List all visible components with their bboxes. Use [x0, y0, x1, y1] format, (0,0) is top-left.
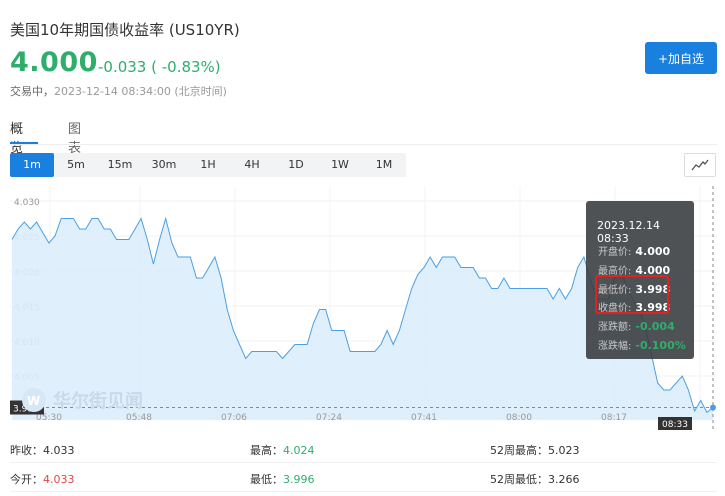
tab-overview[interactable]: 概览	[10, 118, 23, 156]
tab-chart[interactable]: 图表	[68, 118, 81, 156]
period-1mo[interactable]: 1M	[362, 153, 406, 177]
tooltip-time: 2023.12.14 08:33	[597, 219, 660, 245]
highlight-box	[595, 275, 669, 314]
stat-open: 今开：4.033	[10, 473, 75, 486]
stat-high: 最高：4.024	[250, 444, 315, 457]
stats-divider	[10, 462, 717, 463]
line-chart-icon	[691, 159, 709, 171]
chart-type-button[interactable]	[684, 153, 716, 177]
x-tick-label: 05:48	[126, 413, 152, 423]
time-label: 08:33	[662, 420, 688, 430]
status-time: 2023-12-14 08:34:00 (北京时间)	[54, 85, 227, 98]
period-30m[interactable]: 30m	[142, 153, 186, 177]
tooltip-row-open: 开盘价: 4.000	[598, 245, 671, 258]
period-1w[interactable]: 1W	[318, 153, 362, 177]
tooltip-row-change: 涨跌额: -0.004	[598, 320, 675, 333]
period-1h[interactable]: 1H	[186, 153, 230, 177]
stats-panel: 昨收：4.033 最高：4.024 52周最高：5.023 今开：4.033 最…	[0, 432, 725, 496]
x-tick-label: 07:24	[316, 413, 342, 423]
period-4h[interactable]: 4H	[230, 153, 274, 177]
tooltip-row-change-pct: 涨跌幅: -0.100%	[598, 339, 686, 352]
x-tick-label: 07:06	[221, 413, 247, 423]
last-point-marker	[710, 404, 716, 411]
stat-52w-low: 52周最低：3.266	[490, 473, 580, 486]
x-tick-label: 07:41	[411, 413, 437, 423]
status-label: 交易中	[10, 85, 43, 98]
add-watchlist-button[interactable]: +加自选	[645, 42, 717, 74]
stats-divider	[10, 491, 717, 492]
period-1d[interactable]: 1D	[274, 153, 318, 177]
period-5m[interactable]: 5m	[54, 153, 98, 177]
y-tick-label: 4.030	[14, 198, 40, 208]
instrument-title: 美国10年期国债收益率 (US10YR)	[10, 21, 240, 39]
x-tick-label: 08:00	[506, 413, 532, 423]
tabs-divider	[10, 144, 717, 145]
period-selector: 1m 5m 15m 30m 1H 4H 1D 1W 1M	[10, 153, 406, 177]
watermark-glyph: W	[27, 394, 40, 408]
watermark-text: 华尔街见闻	[53, 390, 143, 412]
stat-low: 最低：3.996	[250, 473, 315, 486]
period-15m[interactable]: 15m	[98, 153, 142, 177]
price-change: -0.033 ( -0.83%)	[98, 58, 221, 76]
trading-status: 交易中，2023-12-14 08:34:00 (北京时间)	[10, 85, 227, 98]
stat-prev-close: 昨收：4.033	[10, 444, 75, 457]
period-1m[interactable]: 1m	[10, 153, 54, 177]
x-tick-label: 08:17	[601, 413, 627, 423]
stat-52w-high: 52周最高：5.023	[490, 444, 580, 457]
current-price: 4.000	[10, 47, 98, 78]
